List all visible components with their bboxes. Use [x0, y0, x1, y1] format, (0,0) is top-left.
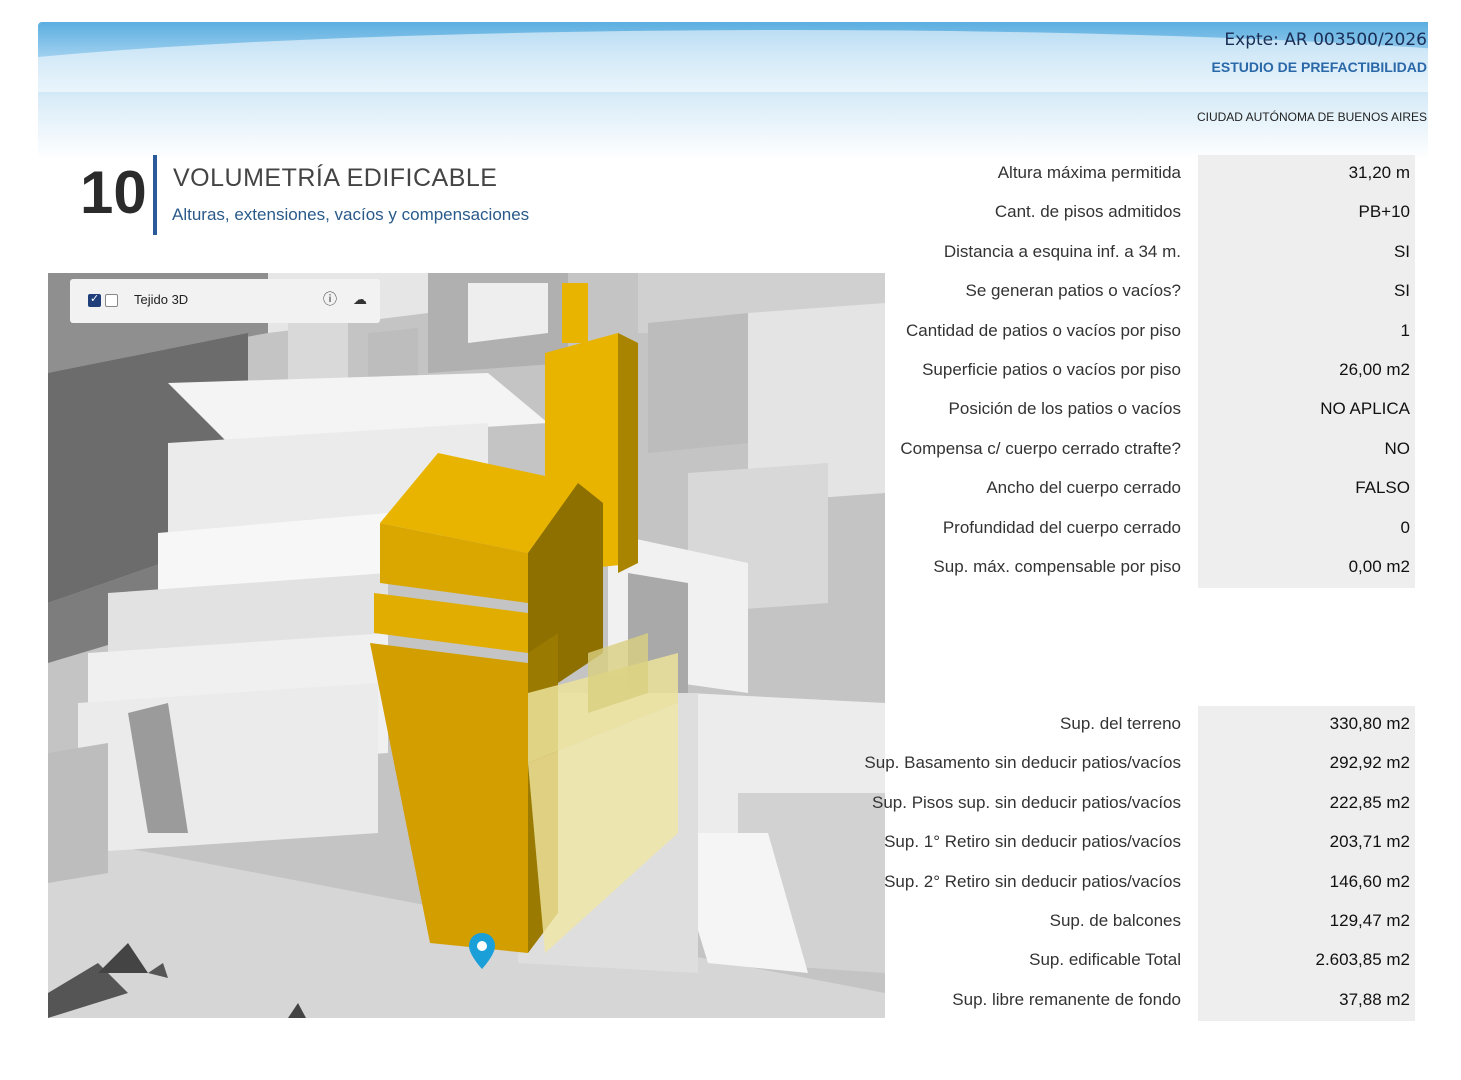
- row-value: 129,47 m2: [1329, 910, 1410, 930]
- city-blocks-render: [48, 273, 885, 1018]
- section-subtitle: Alturas, extensiones, vacíos y compensac…: [172, 205, 530, 224]
- table-row: Sup. 1° Retiro sin deducir patios/vacíos…: [880, 824, 1415, 864]
- table-row: Sup. libre remanente de fondo 37,88 m2: [880, 981, 1415, 1022]
- table-row: Distancia a esquina inf. a 34 m. SI: [880, 233, 1415, 274]
- table-row: Posición de los patios o vacíos NO APLICA: [880, 391, 1415, 431]
- table-row: Sup. edificable Total 2.603,85 m2: [880, 942, 1415, 982]
- layer-checkbox-empty[interactable]: [105, 294, 118, 307]
- info-icon[interactable]: ⓘ: [322, 291, 338, 307]
- value-cell: 0: [1198, 509, 1415, 549]
- row-value: 0,00 m2: [1348, 556, 1410, 576]
- row-label: Sup. máx. compensable por piso: [933, 556, 1181, 576]
- value-cell: 129,47 m2: [1198, 902, 1415, 943]
- section-title: VOLUMETRÍA EDIFICABLE: [173, 164, 498, 192]
- row-value: NO: [1384, 438, 1411, 458]
- table-row: Superficie patios o vacíos por piso 26,00…: [880, 351, 1415, 392]
- row-label: Cantidad de patios o vacíos por piso: [905, 320, 1181, 340]
- table-row: Altura máxima permitida 31,20 m: [880, 155, 1415, 195]
- document-type: ESTUDIO DE PREFACTIBILIDAD: [1211, 59, 1427, 75]
- row-value: SI: [1393, 241, 1410, 261]
- row-value: 330,80 m2: [1329, 714, 1410, 733]
- row-value: PB+10: [1358, 202, 1410, 222]
- row-label: Se generan patios o vacíos?: [965, 281, 1181, 301]
- layer-checkbox-checked[interactable]: [88, 292, 101, 307]
- value-cell: SI: [1198, 233, 1415, 274]
- cloud-upload-icon[interactable]: ☁: [352, 291, 368, 307]
- row-value: 222,85 m2: [1329, 792, 1410, 812]
- value-cell: NO: [1198, 430, 1415, 471]
- value-cell: SI: [1198, 273, 1415, 313]
- value-cell: PB+10: [1198, 194, 1415, 234]
- row-value: 26,00 m2: [1339, 359, 1410, 379]
- row-label: Sup. 2° Retiro sin deducir patios/vacíos: [884, 871, 1181, 891]
- volumetry-table: Altura máxima permitida 31,20 m Cant. de p…: [880, 155, 1415, 589]
- row-label: Compensa c/ cuerpo cerrado ctrafte?: [900, 438, 1181, 458]
- layer-label: Tejido 3D: [134, 292, 189, 307]
- row-label: Profundidad del cuerpo cerrado: [942, 517, 1181, 537]
- surface-table: Sup. del terreno 330,80 m2 Sup. Basamento …: [864, 706, 1415, 1022]
- row-value: NO APLICA: [1320, 399, 1410, 419]
- location-pin-icon[interactable]: [468, 933, 496, 973]
- row-label: Sup. libre remanente de fondo: [952, 989, 1181, 1009]
- table-row: Sup. del terreno 330,80 m2: [880, 706, 1415, 746]
- row-label: Ancho del cuerpo cerrado: [986, 478, 1181, 498]
- value-cell: 1: [1198, 312, 1415, 352]
- row-label: Superficie patios o vacíos por piso: [922, 359, 1181, 379]
- section-divider: [153, 155, 157, 235]
- layer-toolbar: Tejido 3D ⓘ ☁: [70, 279, 380, 323]
- row-value: 0: [1400, 517, 1410, 537]
- table-row: Se generan patios o vacíos? SI: [880, 273, 1415, 313]
- city-name: CIUDAD AUTÓNOMA DE BUENOS AIRES: [1196, 110, 1427, 124]
- table-row: Sup. de balcones 129,47 m2: [880, 902, 1415, 943]
- row-value: SI: [1393, 281, 1410, 301]
- value-cell: 292,92 m2: [1198, 745, 1415, 785]
- row-label: Posición de los patios o vacíos: [948, 399, 1181, 419]
- row-label: Sup. del terreno: [1060, 714, 1181, 733]
- row-value: 1: [1400, 320, 1410, 340]
- row-label: Sup. Basamento sin deducir patios/vacíos: [864, 753, 1181, 773]
- table-row: Ancho del cuerpo cerrado FALSO: [880, 470, 1415, 510]
- table-row: Cantidad de patios o vacíos por piso 1: [880, 312, 1415, 352]
- row-value: 292,92 m2: [1329, 753, 1410, 773]
- row-value: 37,88 m2: [1339, 989, 1410, 1009]
- table-row: Sup. máx. compensable por piso 0,00 m2: [880, 548, 1415, 589]
- row-value: 2.603,85 m2: [1315, 950, 1410, 970]
- table-row: Cant. de pisos admitidos PB+10: [880, 194, 1415, 234]
- row-label: Sup. Pisos sup. sin deducir patios/vacío…: [872, 792, 1181, 812]
- header-swoosh: [38, 22, 1428, 92]
- map-3d-view[interactable]: Tejido 3D ⓘ ☁: [48, 273, 885, 1018]
- value-cell: 26,00 m2: [1198, 351, 1415, 392]
- value-cell: 203,71 m2: [1198, 824, 1415, 864]
- value-cell: 0,00 m2: [1198, 548, 1415, 589]
- section-number: 10: [80, 159, 147, 226]
- row-value: FALSO: [1355, 478, 1410, 498]
- value-cell: 37,88 m2: [1198, 981, 1415, 1022]
- value-cell: 222,85 m2: [1198, 784, 1415, 825]
- expediente-number: Expte: AR 003500/2026: [1224, 30, 1427, 50]
- row-label: Distancia a esquina inf. a 34 m.: [943, 241, 1181, 261]
- value-cell: 31,20 m: [1198, 155, 1415, 195]
- value-cell: 330,80 m2: [1198, 706, 1415, 746]
- value-cell: FALSO: [1198, 470, 1415, 510]
- row-value: 203,71 m2: [1329, 832, 1410, 852]
- table-row: Sup. Pisos sup. sin deducir patios/vacío…: [872, 784, 1415, 825]
- value-cell: NO APLICA: [1198, 391, 1415, 431]
- table-row: Sup. 2° Retiro sin deducir patios/vacíos…: [880, 863, 1415, 903]
- row-label: Sup. edificable Total: [1029, 950, 1181, 970]
- row-value: 146,60 m2: [1329, 871, 1410, 891]
- row-value: 31,20 m: [1348, 163, 1410, 182]
- table-row: Sup. Basamento sin deducir patios/vacíos…: [864, 745, 1415, 785]
- row-label: Cant. de pisos admitidos: [994, 202, 1181, 222]
- value-cell: 2.603,85 m2: [1198, 942, 1415, 982]
- row-label: Altura máxima permitida: [997, 163, 1181, 182]
- value-cell: 146,60 m2: [1198, 863, 1415, 903]
- row-label: Sup. 1° Retiro sin deducir patios/vacíos: [884, 832, 1181, 852]
- row-label: Sup. de balcones: [1049, 910, 1181, 930]
- table-row: Compensa c/ cuerpo cerrado ctrafte? NO: [880, 430, 1415, 471]
- table-row: Profundidad del cuerpo cerrado 0: [880, 509, 1415, 549]
